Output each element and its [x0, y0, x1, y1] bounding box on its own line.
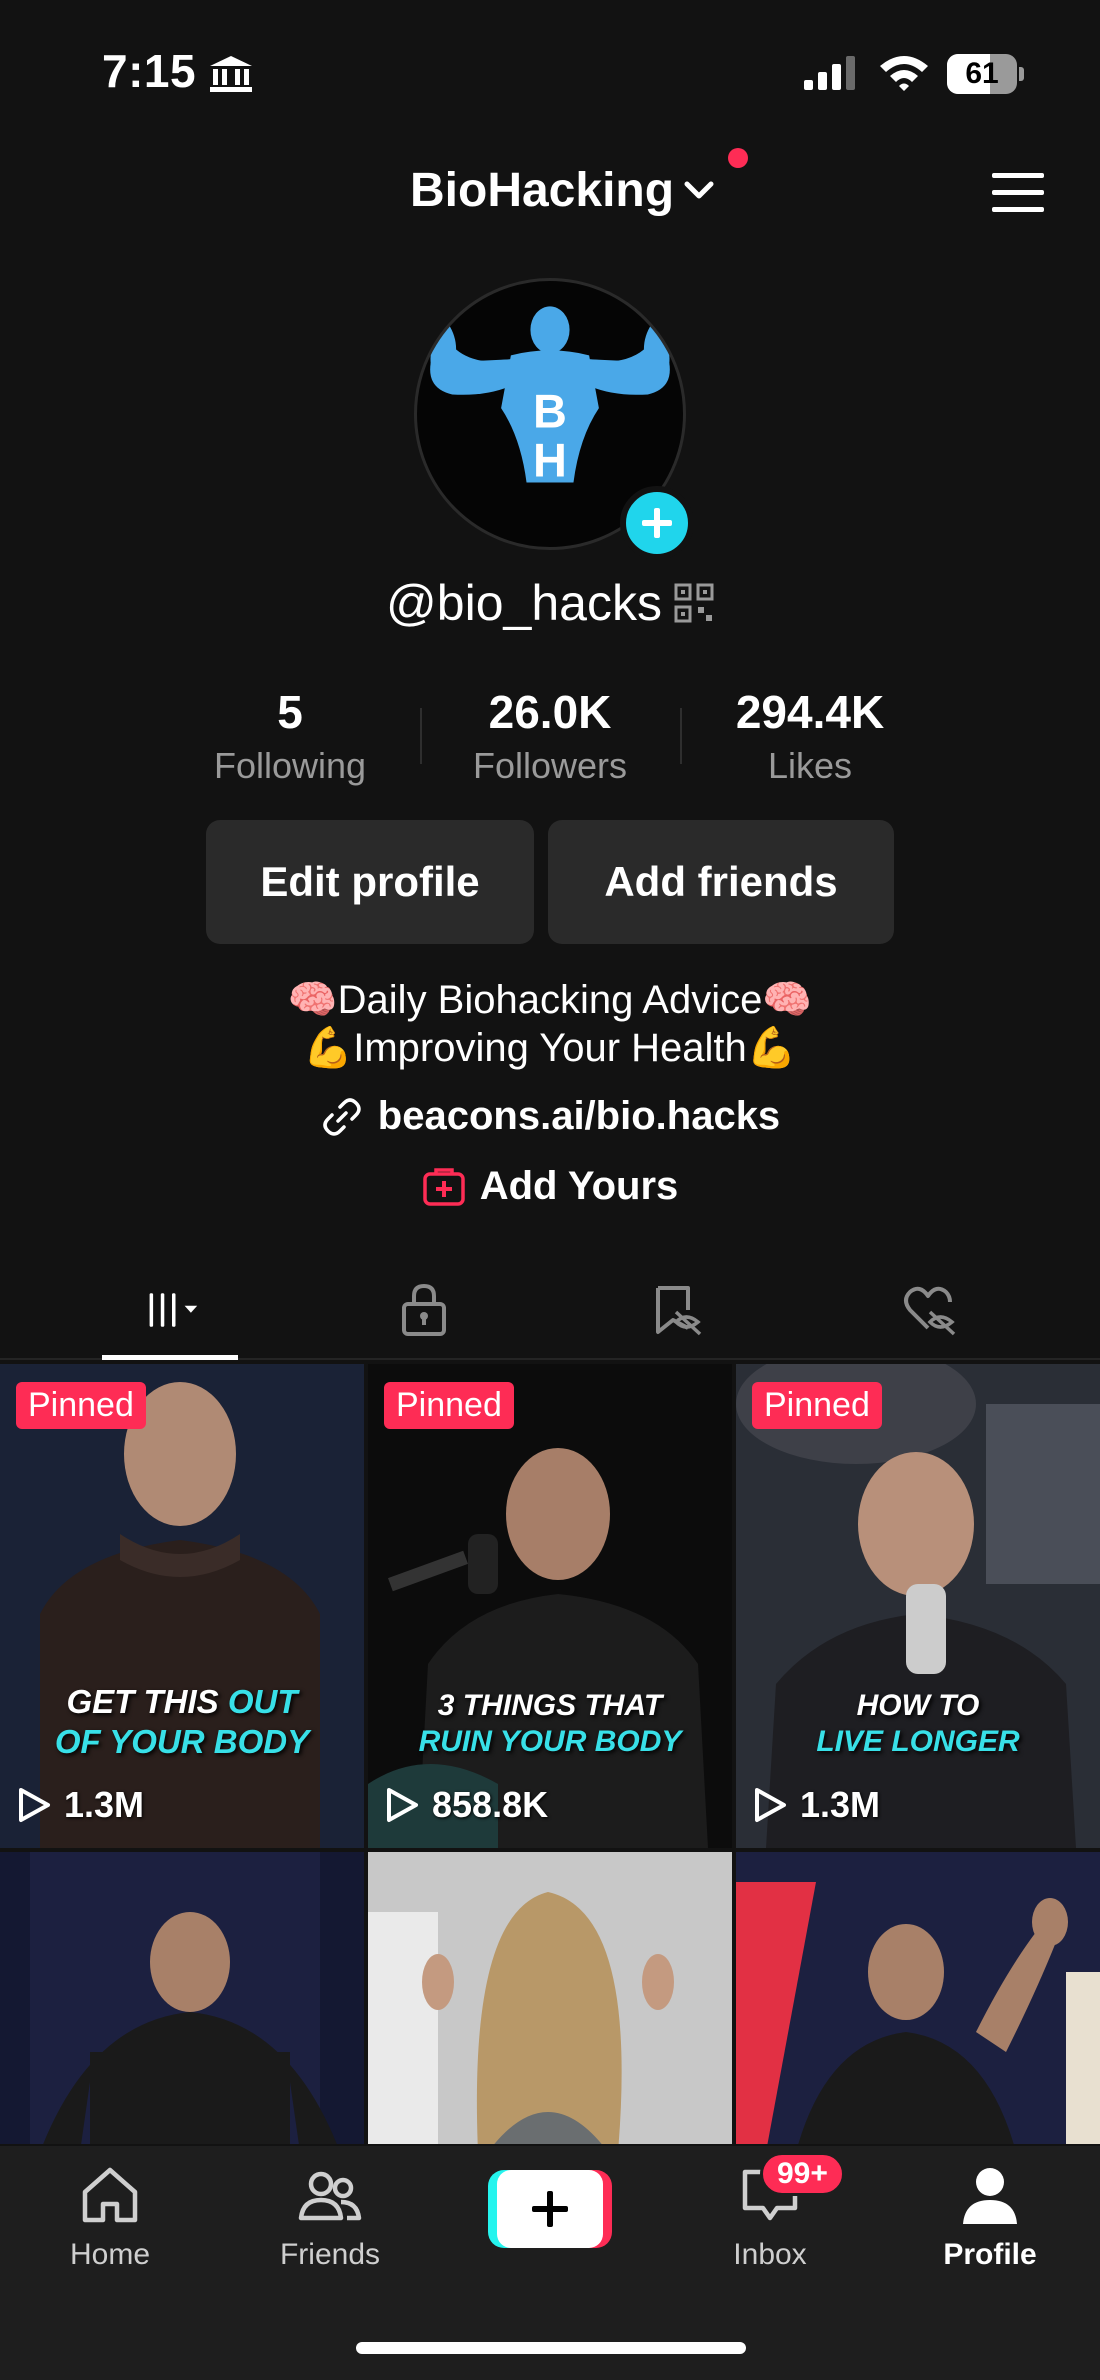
- cellular-signal-icon: [804, 56, 855, 90]
- hidden-heart-icon: [903, 1286, 955, 1336]
- username: @bio_hacks: [386, 575, 662, 631]
- video-overlay-text: HOW TO LIVE LONGER: [816, 1689, 1020, 1758]
- video-thumbnail[interactable]: [736, 1852, 1100, 2144]
- video-thumbnail[interactable]: [368, 1852, 732, 2144]
- video-thumbnail[interactable]: [0, 1852, 364, 2144]
- view-count: 1.3M: [16, 1784, 144, 1826]
- likes-stat[interactable]: 294.4K Likes: [690, 684, 930, 792]
- tab-videos[interactable]: [34, 1260, 309, 1360]
- pinned-badge: Pinned: [752, 1382, 882, 1429]
- home-icon: [82, 2167, 138, 2223]
- battery-percent: 61: [965, 57, 999, 90]
- add-friends-button[interactable]: Add friends: [548, 820, 894, 944]
- profile-stats: 5 Following 26.0K Followers 294.4K Likes: [0, 684, 1100, 794]
- bio-link[interactable]: beacons.ai/bio.hacks: [0, 1094, 1100, 1139]
- chevron-down-icon: [684, 181, 714, 199]
- tab-private[interactable]: [286, 1260, 561, 1360]
- profile-icon: [963, 2168, 1017, 2224]
- add-yours-button[interactable]: Add Yours: [0, 1164, 1100, 1209]
- stat-divider: [680, 708, 682, 764]
- tab-liked[interactable]: [790, 1260, 1065, 1360]
- videos-grid-icon: [149, 1293, 197, 1327]
- play-icon: [387, 1788, 418, 1822]
- hidden-bookmark-icon: [655, 1286, 701, 1336]
- add-yours-icon: [422, 1167, 465, 1206]
- link-icon: [323, 1097, 361, 1136]
- create-plus-icon: [532, 2191, 568, 2227]
- lock-icon: [401, 1283, 446, 1336]
- bank-icon: [210, 56, 252, 92]
- account-name: BioHacking: [410, 163, 675, 217]
- followers-label: Followers: [472, 745, 628, 786]
- video-grid: Pinned GET THIS OUT OF YOUR BODY 1.3M Pi…: [0, 1364, 1100, 2144]
- followers-count: 26.0K: [488, 686, 612, 738]
- add-avatar-button[interactable]: [620, 486, 694, 560]
- edit-profile-button[interactable]: Edit profile: [206, 820, 534, 944]
- bio-line: 💪Improving Your Health💪: [303, 1026, 797, 1070]
- wifi-icon: [880, 56, 928, 91]
- view-count: 858.8K: [384, 1784, 548, 1826]
- video-overlay-text: 3 THINGS THAT RUIN YOUR BODY: [418, 1689, 682, 1758]
- video-thumbnail[interactable]: Pinned HOW TO LIVE LONGER 1.3M: [736, 1364, 1100, 1848]
- qr-code-icon[interactable]: [674, 583, 714, 623]
- followers-stat[interactable]: 26.0K Followers: [430, 684, 670, 792]
- video-thumbnail[interactable]: Pinned GET THIS OUT OF YOUR BODY 1.3M: [0, 1364, 364, 1848]
- following-stat[interactable]: 5 Following: [170, 684, 410, 792]
- username-row: @bio_hacks: [0, 574, 1100, 632]
- following-label: Following: [213, 745, 367, 786]
- friends-icon: [298, 2171, 362, 2221]
- bio-link-text: beacons.ai/bio.hacks: [377, 1094, 781, 1138]
- battery-icon: 61: [947, 54, 1025, 94]
- tab-favorites[interactable]: [538, 1260, 813, 1360]
- video-thumbnail[interactable]: Pinned 3 THINGS THAT RUIN YOUR BODY 858.…: [368, 1364, 732, 1848]
- video-overlay-text: GET THIS OUT OF YOUR BODY: [54, 1683, 310, 1760]
- pinned-badge: Pinned: [16, 1382, 146, 1429]
- svg-text:H: H: [533, 435, 567, 487]
- notification-dot: [728, 148, 748, 168]
- stat-divider: [420, 708, 422, 764]
- svg-text:B: B: [533, 386, 567, 438]
- plus-icon: [642, 508, 672, 538]
- nav-home[interactable]: Home: [10, 2162, 210, 2282]
- following-count: 5: [277, 686, 303, 738]
- likes-label: Likes: [767, 745, 853, 786]
- play-icon: [19, 1788, 50, 1822]
- nav-profile[interactable]: Profile: [890, 2162, 1090, 2282]
- play-icon: [755, 1788, 786, 1822]
- status-time: 7:15: [102, 45, 197, 97]
- bio-line: 🧠Daily Biohacking Advice🧠: [287, 978, 813, 1022]
- inbox-badge: 99+: [760, 2152, 845, 2196]
- bio: 🧠Daily Biohacking Advice🧠 💪Improving You…: [0, 976, 1100, 1072]
- create-button[interactable]: [488, 2170, 612, 2248]
- likes-count: 294.4K: [735, 686, 885, 738]
- menu-icon[interactable]: [990, 170, 1046, 216]
- profile-tabs: [0, 1260, 1100, 1360]
- home-indicator: [356, 2342, 746, 2354]
- active-tab-indicator: [102, 1355, 238, 1360]
- account-switcher[interactable]: BioHacking: [410, 158, 716, 222]
- status-bar: 7:15 61: [0, 0, 1100, 140]
- nav-friends[interactable]: Friends: [230, 2162, 430, 2282]
- view-count: 1.3M: [752, 1784, 880, 1826]
- add-yours-label: Add Yours: [479, 1164, 679, 1208]
- pinned-badge: Pinned: [384, 1382, 514, 1429]
